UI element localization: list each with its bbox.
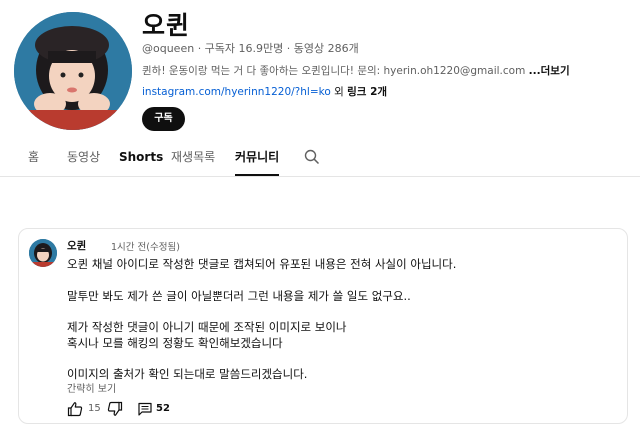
author-avatar-image bbox=[29, 239, 57, 267]
more-link[interactable]: ...더보기 bbox=[529, 65, 570, 77]
tab-videos[interactable]: 동영상 bbox=[67, 140, 100, 174]
community-post: 오퀸 1시간 전(수정됨) 오퀸 채널 아이디로 작성한 댓글로 캡쳐되어 유포… bbox=[18, 228, 628, 424]
tab-playlists[interactable]: 재생목록 bbox=[171, 140, 215, 174]
post-line: 혹시나 모를 해킹의 정황도 확인해보겠습니다 bbox=[67, 336, 283, 350]
like-count: 15 bbox=[88, 403, 101, 414]
channel-tabs: 홈 동영상 Shorts 재생목록 커뮤니티 bbox=[0, 140, 640, 177]
post-time[interactable]: 1시간 전(수정됨) bbox=[111, 239, 180, 253]
channel-meta: @oqueen · 구독자 16.9만명 · 동영상 286개 bbox=[142, 42, 359, 55]
links-suffix: 외 bbox=[330, 86, 348, 98]
thumb-up-icon[interactable] bbox=[67, 401, 83, 417]
collapse-link[interactable]: 간략히 보기 bbox=[67, 380, 116, 395]
more-links[interactable]: 링크 2개 bbox=[347, 86, 387, 98]
search-icon[interactable] bbox=[304, 149, 320, 165]
post-line: 오퀸 채널 아이디로 작성한 댓글로 캡쳐되어 유포된 내용은 전혀 사실이 아… bbox=[67, 257, 457, 271]
post-author-avatar[interactable] bbox=[29, 239, 57, 267]
subscribe-button[interactable]: 구독 bbox=[142, 107, 185, 131]
channel-links: instagram.com/hyerinn1220/?hl=ko 외 링크 2개 bbox=[142, 84, 387, 99]
tab-community[interactable]: 커뮤니티 bbox=[235, 140, 280, 176]
description-text: 퀸하! 운동이랑 먹는 거 다 좋아하는 오퀸입니다! 문의: hyerin.o… bbox=[142, 65, 526, 77]
avatar-image bbox=[14, 12, 132, 130]
channel-description[interactable]: 퀸하! 운동이랑 먹는 거 다 좋아하는 오퀸입니다! 문의: hyerin.o… bbox=[142, 63, 570, 78]
post-line: 말투만 봐도 제가 쓴 글이 아닐뿐더러 그런 내용을 제가 쓸 일도 없구요.… bbox=[67, 289, 411, 303]
tab-home[interactable]: 홈 bbox=[28, 140, 39, 174]
post-author[interactable]: 오퀸 bbox=[67, 238, 86, 253]
post-actions: 15 52 bbox=[67, 401, 267, 419]
comment-count: 52 bbox=[156, 403, 170, 414]
comment-icon[interactable] bbox=[137, 401, 153, 417]
channel-avatar[interactable] bbox=[14, 12, 132, 130]
post-line: 제가 작성한 댓글이 아니기 때문에 조작된 이미지로 보이나 bbox=[67, 320, 347, 334]
channel-title: 오퀸 bbox=[142, 11, 191, 40]
tab-shorts[interactable]: Shorts bbox=[119, 140, 163, 174]
channel-header: 오퀸 @oqueen · 구독자 16.9만명 · 동영상 286개 퀸하! 운… bbox=[0, 0, 640, 140]
thumb-down-icon[interactable] bbox=[107, 401, 123, 417]
instagram-link[interactable]: instagram.com/hyerinn1220/?hl=ko bbox=[142, 86, 331, 98]
